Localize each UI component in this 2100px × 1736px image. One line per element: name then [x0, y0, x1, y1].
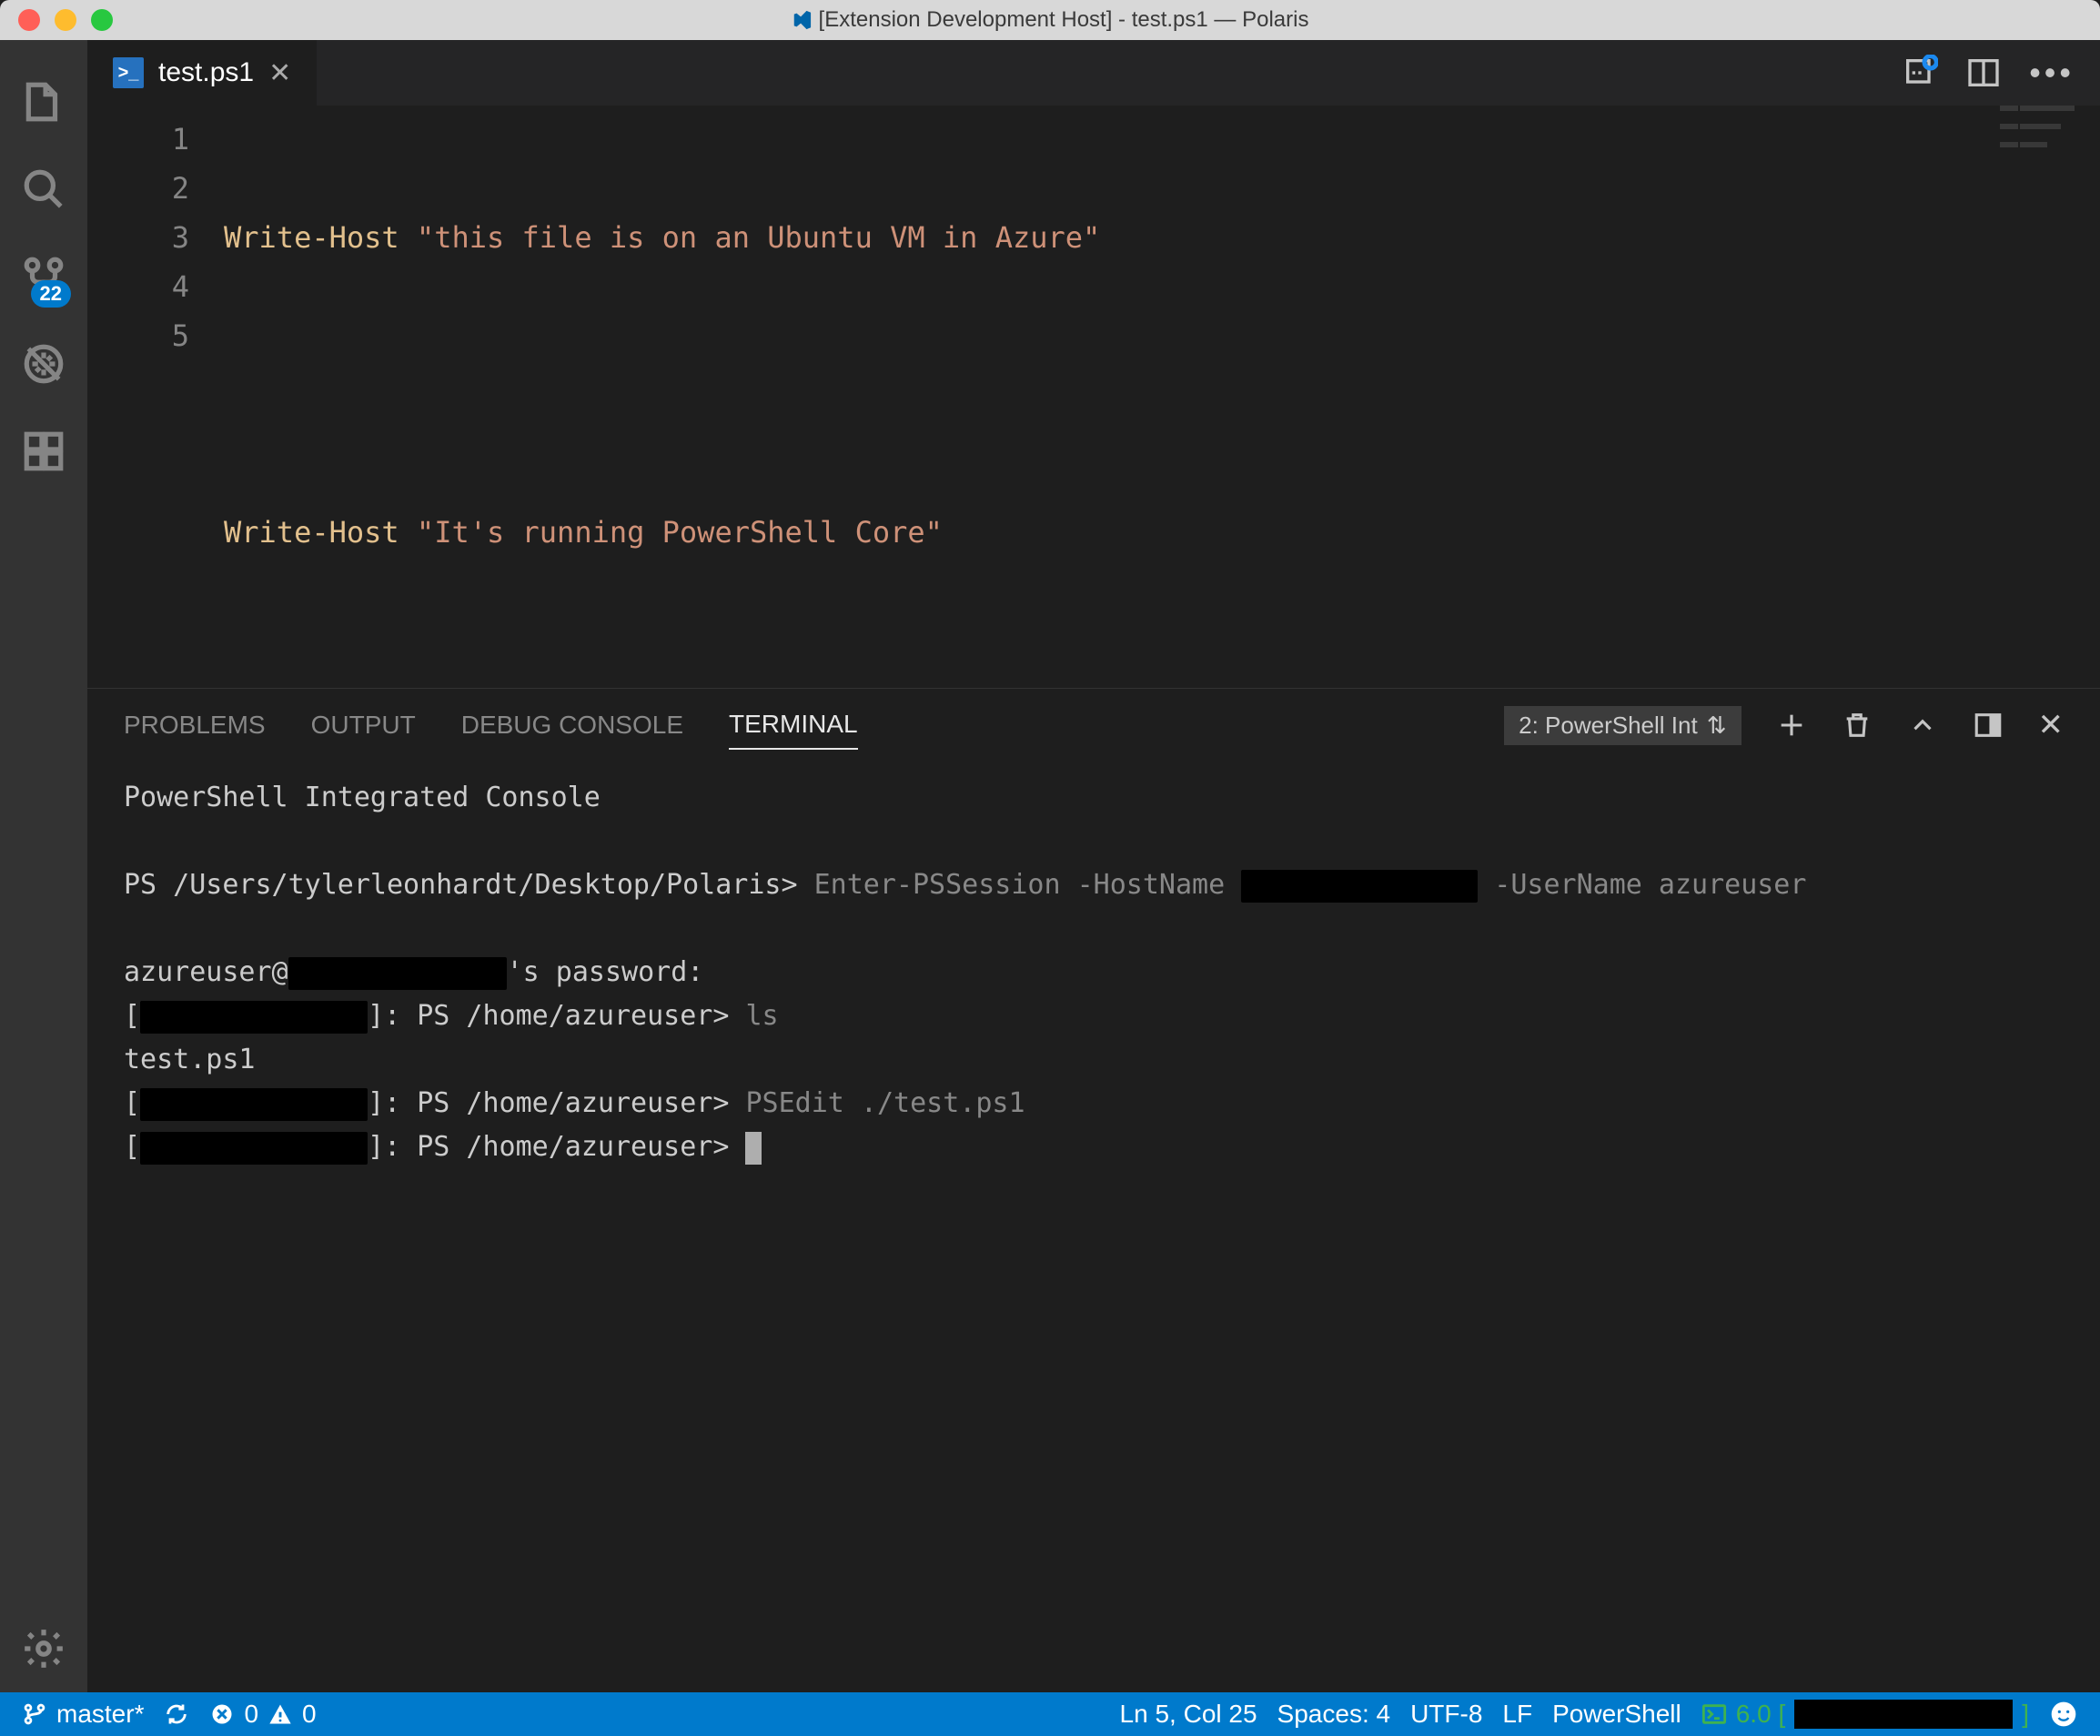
code-content[interactable]: Write-Host "this file is on an Ubuntu VM… [224, 106, 2100, 688]
powershell-icon [1701, 1701, 1727, 1727]
editor-actions: ••• [1902, 40, 2100, 106]
terminal-selector[interactable]: 2: PowerShell Int ⇅ [1504, 706, 1741, 745]
code-editor[interactable]: 1 2 3 4 5 Write-Host "this file is on an… [87, 106, 2100, 688]
sync-icon [164, 1701, 189, 1727]
scm-badge: 22 [31, 280, 71, 308]
toggle-panel-position-icon[interactable] [1973, 710, 2004, 741]
sync-status[interactable] [164, 1701, 189, 1727]
collapse-panel-icon[interactable] [1907, 710, 1938, 741]
warning-icon [268, 1701, 293, 1727]
settings-gear-icon[interactable] [0, 1605, 87, 1692]
kill-terminal-icon[interactable] [1842, 710, 1873, 741]
window-title: [Extension Development Host] - test.ps1 … [0, 7, 2100, 33]
explorer-icon[interactable] [0, 58, 87, 146]
open-changes-icon[interactable] [1902, 55, 1938, 91]
split-editor-icon[interactable] [1965, 55, 2002, 91]
language-mode-status[interactable]: PowerShell [1552, 1700, 1681, 1729]
new-terminal-icon[interactable] [1776, 710, 1807, 741]
powershell-version-status[interactable]: 6.0 [] [1701, 1700, 2029, 1729]
macos-titlebar: [Extension Development Host] - test.ps1 … [0, 0, 2100, 40]
tab-output[interactable]: OUTPUT [311, 701, 416, 749]
activity-bar: 22 [0, 40, 87, 1692]
minimap[interactable] [2000, 106, 2100, 215]
terminal-line: azureuser@'s password: [124, 951, 2064, 994]
redacted-host [140, 1001, 368, 1034]
tab-terminal[interactable]: TERMINAL [729, 701, 858, 750]
redacted-status [1794, 1700, 2013, 1729]
updown-icon: ⇅ [1707, 712, 1727, 740]
terminal-header: PowerShell Integrated Console [124, 776, 2064, 820]
editor-tab-bar: >_ test.ps1 ✕ ••• [87, 40, 2100, 106]
terminal-line: []: PS /home/azureuser> [124, 1125, 2064, 1169]
tab-label: test.ps1 [158, 57, 254, 88]
redacted-host [140, 1088, 368, 1121]
bottom-panel: PROBLEMS OUTPUT DEBUG CONSOLE TERMINAL 2… [87, 688, 2100, 1692]
feedback-icon[interactable] [2049, 1700, 2078, 1729]
tab-debug-console[interactable]: DEBUG CONSOLE [461, 701, 683, 749]
terminal-output: test.ps1 [124, 1038, 2064, 1082]
problems-status[interactable]: 0 0 [209, 1700, 316, 1729]
git-branch-status[interactable]: master* [22, 1700, 144, 1729]
vscode-icon [792, 10, 812, 30]
eol-status[interactable]: LF [1502, 1700, 1532, 1729]
error-icon [209, 1701, 235, 1727]
debug-icon[interactable] [0, 320, 87, 408]
cursor-position-status[interactable]: Ln 5, Col 25 [1120, 1700, 1257, 1729]
terminal-line: PS /Users/tylerleonhardt/Desktop/Polaris… [124, 863, 2064, 907]
extensions-icon[interactable] [0, 408, 87, 495]
branch-icon [22, 1701, 47, 1727]
more-actions-icon[interactable]: ••• [2029, 54, 2075, 92]
encoding-status[interactable]: UTF-8 [1410, 1700, 1482, 1729]
indentation-status[interactable]: Spaces: 4 [1277, 1700, 1391, 1729]
search-icon[interactable] [0, 146, 87, 233]
terminal-line: []: PS /home/azureuser> PSEdit ./test.ps… [124, 1082, 2064, 1125]
redacted-host [140, 1132, 368, 1165]
terminal-cursor [745, 1132, 762, 1165]
panel-tab-row: PROBLEMS OUTPUT DEBUG CONSOLE TERMINAL 2… [124, 689, 2064, 762]
terminal-content[interactable]: PowerShell Integrated Console PS /Users/… [124, 762, 2064, 1692]
tab-problems[interactable]: PROBLEMS [124, 701, 266, 749]
tab-test-ps1[interactable]: >_ test.ps1 ✕ [87, 40, 318, 106]
line-number-gutter: 1 2 3 4 5 [87, 106, 224, 688]
close-panel-icon[interactable]: ✕ [2038, 707, 2065, 743]
source-control-icon[interactable]: 22 [0, 233, 87, 320]
redacted-hostname [1241, 870, 1478, 903]
status-bar: master* 0 0 Ln 5, Col 25 Spaces: 4 UTF-8… [0, 1692, 2100, 1736]
terminal-line: []: PS /home/azureuser> ls [124, 994, 2064, 1038]
powershell-file-icon: >_ [113, 57, 144, 88]
redacted-host [288, 957, 507, 990]
close-tab-icon[interactable]: ✕ [268, 57, 291, 89]
